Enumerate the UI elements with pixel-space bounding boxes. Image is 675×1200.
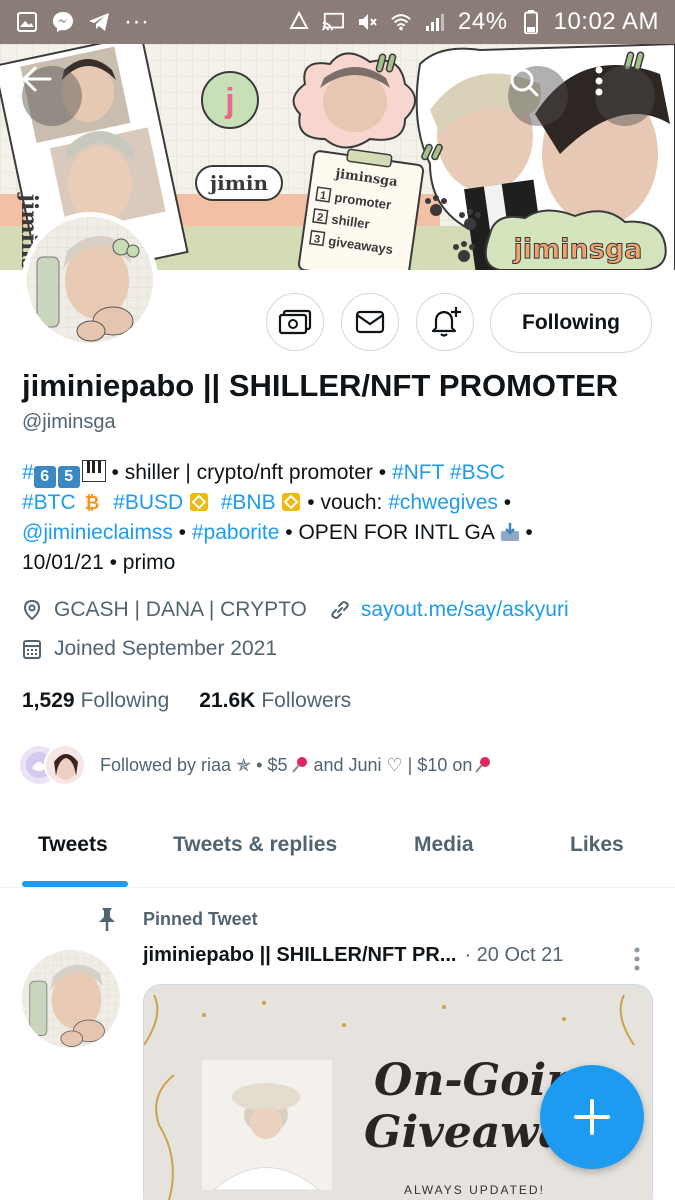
search-icon [510, 68, 539, 97]
follower-avatar-2 [44, 744, 86, 786]
user-handle: @jiminsga [22, 411, 116, 433]
notifications-button[interactable] [416, 293, 474, 351]
tweet-header: jiminiepabo || SHILLER/NFT PR... · 20 Oc… [143, 944, 563, 967]
cast-icon [322, 11, 345, 33]
money-icon [278, 309, 312, 335]
tweet-author-avatar[interactable] [22, 950, 120, 1048]
following-count-link[interactable]: 1,529 Following [22, 689, 169, 713]
inbox-tray-icon [500, 523, 519, 541]
tab-media[interactable]: Media [414, 833, 474, 857]
search-button[interactable] [508, 66, 568, 126]
tip-jar-button[interactable] [266, 293, 324, 351]
piano-emoji [81, 460, 106, 482]
followers-count-link[interactable]: 21.6K Followers [199, 689, 351, 713]
profile-avatar[interactable] [22, 212, 158, 348]
calendar-icon [23, 640, 41, 659]
tweet-author-name[interactable]: jiminiepabo || SHILLER/NFT PR... [143, 944, 456, 967]
pushpin-icon [292, 757, 308, 773]
hashtag-bsc[interactable]: #BSC [450, 461, 505, 484]
bitcoin-icon: ₿ [84, 493, 99, 512]
profile-website-link[interactable]: sayout.me/say/askyuri [361, 598, 569, 622]
binance-busd-icon [190, 493, 209, 511]
bell-plus-icon [431, 307, 461, 337]
profile-joined: Joined September 2021 [22, 637, 277, 661]
joined-date: Joined September 2021 [54, 637, 277, 660]
hashtag-btc[interactable]: #BTC [22, 491, 76, 514]
status-bar: ··· 24% 10:02 AM [0, 0, 675, 44]
signal-icon [424, 11, 446, 33]
tweet-more-icon[interactable] [628, 946, 646, 972]
more-notifications-dots: ··· [124, 8, 150, 35]
display-name: jiminiepabo || SHILLER/NFT PROMOTER [22, 368, 619, 403]
hashtag-nft[interactable]: #NFT [392, 461, 444, 484]
profile-tabs: Tweets Tweets & replies Media Likes [0, 812, 675, 888]
banner-brand-text: jiminsga [513, 234, 643, 265]
banner-sticker-name: jimin [208, 171, 269, 195]
bio-hashtag-prefix[interactable]: # [22, 461, 34, 484]
battery-percent: 24% [458, 8, 508, 35]
banner-circle-letter: j [224, 82, 234, 120]
gallery-notification-icon [16, 11, 38, 33]
message-button[interactable] [341, 293, 399, 351]
svg-text:₿: ₿ [84, 493, 99, 512]
wifi-icon [390, 11, 412, 33]
profile-meta: GCASH | DANA | CRYPTO sayout.me/say/asky… [22, 598, 569, 622]
link-icon [331, 601, 349, 619]
card-subtitle: ALWAYS UPDATED! [404, 1183, 545, 1197]
more-options-button[interactable] [595, 66, 655, 126]
hashtag-busd[interactable]: #BUSD [113, 491, 183, 514]
clock: 10:02 AM [553, 8, 659, 35]
keycap-five-emoji: 5 [57, 466, 80, 488]
following-button[interactable]: Following [490, 293, 652, 353]
mention-jiminieclaimss[interactable]: @jiminieclaimss [22, 521, 173, 544]
recycle-icon [288, 11, 310, 33]
follow-counts: 1,529 Following 21.6K Followers [22, 689, 351, 713]
binance-bnb-icon [282, 493, 301, 511]
more-vertical-icon [595, 66, 603, 96]
profile-location: GCASH | DANA | CRYPTO [54, 598, 307, 621]
battery-icon [520, 10, 542, 34]
pinned-tweet-label: Pinned Tweet [96, 906, 258, 932]
profile-bio: #6 5 • shiller | crypto/nft promoter • #N… [22, 460, 533, 574]
back-arrow-icon [22, 66, 52, 92]
mute-icon [356, 11, 378, 33]
compose-tweet-button[interactable] [540, 1065, 644, 1169]
keycap-six-emoji: 6 [33, 466, 56, 488]
hashtag-paborite[interactable]: #paborite [192, 521, 280, 544]
pushpin-icon [475, 757, 491, 773]
followed-by[interactable]: Followed by riaa ✯ • $5 and Juni ♡ | $10… [18, 744, 492, 786]
hashtag-bnb[interactable]: #BNB [221, 491, 276, 514]
tab-likes[interactable]: Likes [570, 833, 624, 857]
messenger-icon [52, 11, 74, 33]
back-button[interactable] [22, 66, 82, 126]
telegram-icon [88, 11, 110, 33]
pin-icon [99, 908, 115, 931]
hashtag-chwegives[interactable]: #chwegives [388, 491, 498, 514]
tab-tweets[interactable]: Tweets [38, 833, 108, 857]
tab-tweets-replies[interactable]: Tweets & replies [173, 833, 337, 857]
plus-icon [574, 1099, 610, 1135]
location-icon [23, 599, 41, 621]
envelope-icon [355, 310, 385, 334]
active-tab-indicator [22, 881, 128, 887]
tweet-date[interactable]: · 20 Oct 21 [464, 944, 563, 967]
